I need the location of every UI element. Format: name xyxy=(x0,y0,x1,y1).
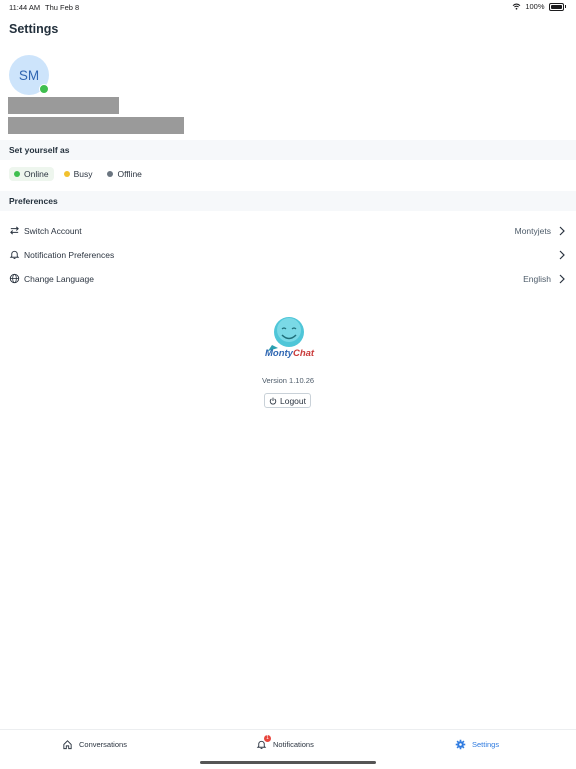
online-dot-icon xyxy=(14,171,20,177)
tab-conversations[interactable]: Conversations xyxy=(62,739,127,750)
status-option-offline[interactable]: Offline xyxy=(102,167,146,181)
battery-percent: 100% xyxy=(525,2,545,11)
avatar-initials: SM xyxy=(18,67,40,83)
status-bar: 11:44 AM Thu Feb 8 100% xyxy=(0,0,576,14)
status-time: 11:44 AM xyxy=(9,3,41,12)
profile-email-redacted xyxy=(8,117,184,134)
page-title: Settings xyxy=(9,22,59,36)
notification-preferences-row[interactable]: Notification Preferences xyxy=(0,245,576,265)
change-language-label: Change Language xyxy=(24,274,94,284)
busy-dot-icon xyxy=(63,171,70,177)
tab-settings[interactable]: Settings xyxy=(455,739,499,750)
logo-text-monty: Monty xyxy=(265,348,293,359)
chevron-right-icon xyxy=(559,226,565,236)
switch-account-label: Switch Account xyxy=(24,226,82,236)
battery-icon xyxy=(548,2,564,11)
notification-preferences-label: Notification Preferences xyxy=(24,250,115,260)
chevron-right-icon xyxy=(559,250,565,260)
tab-label: Conversations xyxy=(79,740,127,749)
status-option-label: Online xyxy=(24,169,49,179)
switch-arrows-icon xyxy=(10,226,19,235)
battery-tip xyxy=(564,5,566,8)
bell-icon xyxy=(9,250,20,259)
logout-label: Logout xyxy=(280,395,306,406)
status-option-online[interactable]: Online xyxy=(9,167,54,181)
gear-icon xyxy=(455,739,466,750)
montychat-logo-text: MontyChat xyxy=(265,348,314,359)
tab-notifications[interactable]: 1 Notifications xyxy=(256,735,314,750)
status-option-label: Offline xyxy=(117,169,142,179)
notification-badge: 1 xyxy=(264,735,271,742)
globe-icon xyxy=(9,273,20,284)
tab-label: Settings xyxy=(472,740,500,749)
status-indicators: 100% xyxy=(512,2,566,11)
status-date: Thu Feb 8 xyxy=(45,3,80,12)
availability-header-label: Set yourself as xyxy=(9,145,70,155)
presence-indicator xyxy=(39,84,49,94)
offline-dot-icon xyxy=(107,171,114,177)
wifi-icon xyxy=(512,3,521,10)
availability-section-header: Set yourself as xyxy=(0,140,576,160)
change-language-value: English xyxy=(523,274,551,284)
home-indicator xyxy=(200,761,376,764)
profile-name-redacted xyxy=(8,97,119,114)
switch-account-value: Montyjets xyxy=(514,226,551,236)
logout-button[interactable]: Logout xyxy=(264,393,311,408)
power-icon xyxy=(269,397,277,404)
tab-label: Notifications xyxy=(273,740,314,749)
logo-text-chat: Chat xyxy=(292,348,315,359)
status-option-busy[interactable]: Busy xyxy=(59,167,98,181)
availability-options: Online Busy Offline xyxy=(9,167,147,181)
preferences-header-label: Preferences xyxy=(9,196,58,206)
switch-account-row[interactable]: Switch Account Montyjets xyxy=(0,221,576,241)
status-option-label: Busy xyxy=(73,169,93,179)
notifications-icon-wrapper: 1 xyxy=(256,735,271,750)
change-language-row[interactable]: Change Language English xyxy=(0,269,576,289)
home-icon xyxy=(63,740,72,750)
preferences-section-header: Preferences xyxy=(0,191,576,211)
app-version: Version 1.10.26 xyxy=(261,376,315,385)
chevron-right-icon xyxy=(559,274,565,284)
